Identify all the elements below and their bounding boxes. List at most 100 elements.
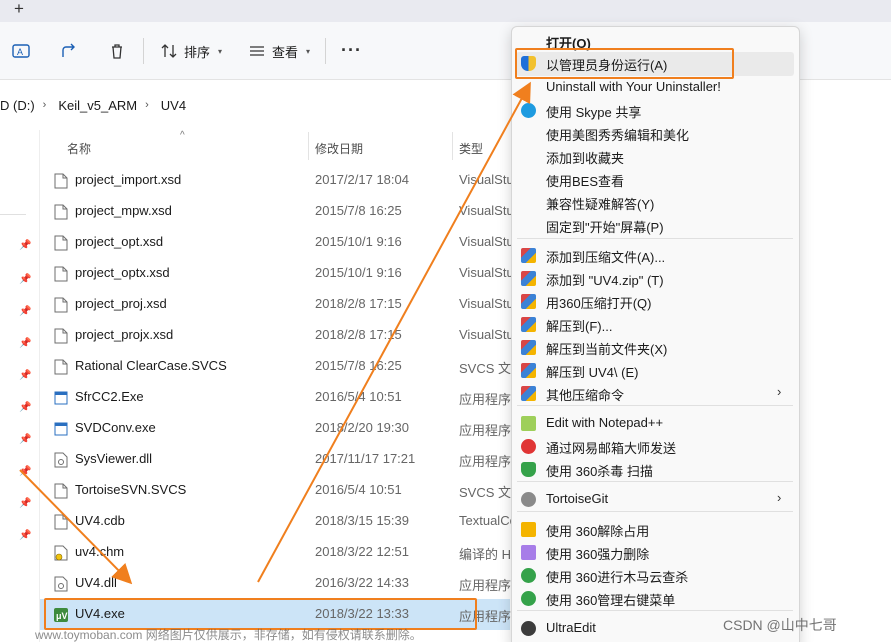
menu-item[interactable]: 使用 360杀毒 扫描 <box>511 458 800 481</box>
menu-item[interactable]: 使用 360解除占用 <box>511 518 800 541</box>
menu-item[interactable]: 其他压缩命令 › <box>511 382 800 405</box>
menu-item-label: 使用 360杀毒 扫描 <box>546 464 653 479</box>
menu-item[interactable]: 打开(O) <box>511 30 800 53</box>
file-row[interactable]: uv4.chm 2018/3/22 12:51 编译的 HT <box>40 537 515 568</box>
file-row[interactable]: project_proj.xsd 2018/2/8 17:15 VisualStu <box>40 289 514 320</box>
chevron-right-icon: › <box>145 99 149 111</box>
pin-icon[interactable]: 📌 <box>19 498 31 510</box>
file-name: project_mpw.xsd <box>75 203 172 218</box>
menu-item[interactable]: 使用 360管理右键菜单 <box>511 587 800 610</box>
tortoisegit-icon <box>521 492 536 507</box>
file-type: VisualStu <box>459 172 514 187</box>
breadcrumb-uv4[interactable]: UV4 <box>161 98 186 113</box>
file-row[interactable]: project_import.xsd 2017/2/17 18:04 VisualS… <box>40 165 514 196</box>
menu-item[interactable]: 使用 360进行木马云查杀 <box>511 564 800 587</box>
menu-item-label: 打开(O) <box>546 36 591 51</box>
file-date: 2017/2/17 18:04 <box>315 172 409 187</box>
file-row[interactable]: project_mpw.xsd 2015/7/8 16:25 VisualStu <box>40 196 514 227</box>
file-type: VisualStu <box>459 234 514 249</box>
file-row[interactable]: SysViewer.dll 2017/11/17 17:21 应用程序扩 <box>40 444 515 475</box>
menu-item[interactable]: 使用BES查看 <box>511 168 800 191</box>
pin-icon[interactable]: 📌 <box>19 466 31 478</box>
menu-item-label: 添加到压缩文件(A)... <box>546 250 666 265</box>
file-row[interactable]: SVDConv.exe 2018/2/20 19:30 应用程序 <box>40 413 511 444</box>
delete-icon[interactable] <box>107 41 127 61</box>
column-divider[interactable] <box>452 132 453 160</box>
pin-icon[interactable]: 📌 <box>19 306 31 318</box>
file-row[interactable]: project_opt.xsd 2015/10/1 9:16 VisualStu <box>40 227 514 258</box>
menu-item-label: 添加到收藏夹 <box>546 151 625 166</box>
menu-item[interactable]: Uninstall with Your Uninstaller! <box>511 76 800 99</box>
menu-separator <box>517 405 793 406</box>
nav-divider <box>0 214 26 215</box>
menu-item-label: 使用美图秀秀编辑和美化 <box>546 128 690 143</box>
breadcrumb-keil[interactable]: Keil_v5_ARM <box>58 98 137 113</box>
file-date: 2015/7/8 16:25 <box>315 358 402 373</box>
file-icon <box>54 483 68 499</box>
menu-item[interactable]: TortoiseGit › <box>511 488 800 511</box>
pin-icon[interactable]: 📌 <box>19 370 31 382</box>
file-row[interactable]: UV4.cdb 2018/3/15 15:39 TextualCo <box>40 506 515 537</box>
file-row[interactable]: SfrCC2.Exe 2016/5/4 10:51 应用程序 <box>40 382 511 413</box>
column-type[interactable]: 类型 <box>459 140 483 157</box>
menu-item[interactable]: 以管理员身份运行(A) <box>511 52 800 75</box>
pin-icon[interactable]: 📌 <box>19 434 31 446</box>
exe-icon <box>54 421 68 437</box>
menu-item[interactable]: 用360压缩打开(Q) <box>511 290 800 313</box>
file-row[interactable]: project_optx.xsd 2015/10/1 9:16 VisualStu <box>40 258 514 289</box>
file-date: 2016/3/22 14:33 <box>315 575 409 590</box>
menu-item[interactable]: 使用美图秀秀编辑和美化 <box>511 122 800 145</box>
menu-item[interactable]: 解压到(F)... <box>511 313 800 336</box>
file-name: project_proj.xsd <box>75 296 167 311</box>
menu-separator <box>517 610 793 611</box>
file-row[interactable]: UV4.dll 2016/3/22 14:33 应用程序扩 <box>40 568 515 599</box>
menu-item-label: 使用 360解除占用 <box>546 524 650 539</box>
file-row[interactable]: TortoiseSVN.SVCS 2016/5/4 10:51 SVCS 文件 <box>40 475 515 506</box>
sort-button[interactable]: 排序 ▾ <box>160 41 222 61</box>
chevron-right-icon: › <box>42 99 47 111</box>
pin-icon[interactable]: 📌 <box>19 274 31 286</box>
pin-icon[interactable]: 📌 <box>19 338 31 350</box>
breadcrumb-drive[interactable]: D (D:) <box>0 98 35 113</box>
ultraedit-icon <box>521 621 536 636</box>
menu-item[interactable]: 兼容性疑难解答(Y) <box>511 191 800 214</box>
menu-item-label: UltraEdit <box>546 620 596 635</box>
pin-icon[interactable]: 📌 <box>19 402 31 414</box>
watermark-author: CSDN @山中七哥 <box>723 617 837 633</box>
exe-icon <box>54 390 68 406</box>
menu-item[interactable]: 使用 360强力删除 <box>511 541 800 564</box>
file-date: 2016/5/4 10:51 <box>315 482 402 497</box>
menu-item[interactable]: 解压到 UV4\ (E) <box>511 359 800 382</box>
file-date: 2018/2/20 19:30 <box>315 420 409 435</box>
rename-icon[interactable]: A <box>11 41 31 61</box>
menu-item[interactable]: 添加到压缩文件(A)... <box>511 244 800 267</box>
menu-item-label: 解压到 UV4\ (E) <box>546 365 639 380</box>
pin-icon[interactable]: 📌 <box>19 240 31 252</box>
menu-item[interactable]: Edit with Notepad++ <box>511 412 800 435</box>
uv4-exe-icon: μV <box>54 607 68 623</box>
column-date[interactable]: 修改日期 <box>315 140 363 157</box>
menu-item[interactable]: 固定到"开始"屏幕(P) <box>511 214 800 237</box>
archive-icon <box>521 340 536 355</box>
file-name: UV4.dll <box>75 575 117 590</box>
menu-item[interactable]: 添加到 "UV4.zip" (T) <box>511 267 800 290</box>
menu-item[interactable]: 通过网易邮箱大师发送 <box>511 435 800 458</box>
share-icon[interactable] <box>59 41 79 61</box>
more-options-button[interactable]: ··· <box>341 40 362 61</box>
menu-item-label: 解压到当前文件夹(X) <box>546 342 668 357</box>
menu-item[interactable]: 使用 Skype 共享 <box>511 99 800 122</box>
pin-icon[interactable]: 📌 <box>19 530 31 542</box>
menu-item[interactable]: 添加到收藏夹 <box>511 145 800 168</box>
file-row[interactable]: Rational ClearCase.SVCS 2015/7/8 16:25 SVC… <box>40 351 515 382</box>
new-tab-icon[interactable]: + <box>14 0 34 20</box>
file-row[interactable]: project_projx.xsd 2018/2/8 17:15 VisualStu <box>40 320 514 351</box>
360-unlock-icon <box>521 522 536 537</box>
file-name: project_projx.xsd <box>75 327 174 342</box>
file-name: project_import.xsd <box>75 172 182 187</box>
menu-item-label: Edit with Notepad++ <box>546 415 664 430</box>
column-divider[interactable] <box>308 132 309 160</box>
file-icon <box>54 204 68 220</box>
menu-item[interactable]: 解压到当前文件夹(X) <box>511 336 800 359</box>
view-button[interactable]: 查看 ▾ <box>248 41 310 61</box>
column-name[interactable]: 名称 <box>67 140 91 157</box>
